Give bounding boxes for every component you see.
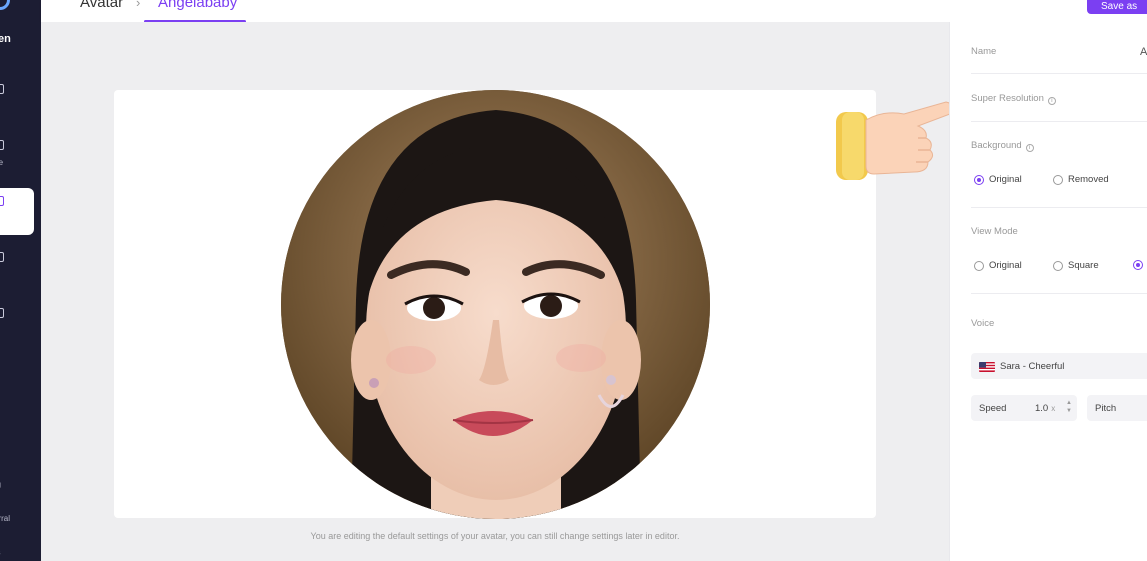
logo-icon[interactable]	[0, 0, 10, 10]
speed-value: 1.0 x	[1035, 403, 1055, 414]
sidebar-item-label: ate	[0, 158, 4, 167]
background-label: Background i	[971, 140, 1034, 152]
super-resolution-label: Super Resolution i	[971, 93, 1056, 105]
speed-number: 1.0	[1035, 403, 1049, 414]
asset-icon	[0, 308, 4, 318]
radio-icon	[1053, 260, 1063, 271]
save-as-button[interactable]: Save as	[1087, 0, 1147, 14]
divider	[971, 293, 1147, 294]
avatar-icon	[0, 196, 4, 206]
settings-panel: Name A Super Resolution i Background i Ori…	[949, 22, 1147, 561]
divider	[971, 73, 1147, 74]
pointing-hand-icon	[836, 101, 953, 180]
voice-value: Sara - Cheerful	[1000, 361, 1065, 372]
view-mode-label: View Mode	[971, 226, 1018, 237]
background-original-radio[interactable]: Original	[974, 174, 1022, 185]
voice-select[interactable]: Sara - Cheerful	[971, 353, 1147, 379]
name-input[interactable]: A	[1140, 46, 1147, 58]
view-mode-square-radio[interactable]: Square	[1053, 260, 1099, 271]
pitch-label: Pitch	[1095, 403, 1117, 414]
pitch-stepper[interactable]: Pitch	[1087, 395, 1147, 421]
home-icon	[0, 84, 4, 94]
divider	[971, 121, 1147, 122]
speed-label: Speed	[979, 403, 1007, 414]
avatar-preview-card	[114, 90, 876, 519]
sidebar-item-avatar[interactable]: ar	[0, 188, 34, 235]
name-label: Name	[971, 46, 997, 57]
radio-label: Removed	[1068, 174, 1109, 185]
background-removed-radio[interactable]: Removed	[1053, 174, 1109, 185]
top-bar: Avatar › Angelababy Save as	[41, 0, 1147, 23]
main-area: You are editing the default settings of …	[41, 22, 949, 561]
video-icon	[0, 252, 4, 262]
brand-name: en	[0, 33, 11, 45]
chevron-right-icon: ›	[136, 0, 141, 10]
breadcrumb-current: Angelababy	[158, 0, 238, 11]
sidebar-item-referral[interactable]: erral	[0, 514, 10, 523]
info-icon[interactable]: i	[1047, 97, 1056, 105]
radio-selected-icon	[974, 174, 984, 185]
info-icon[interactable]: i	[1025, 144, 1034, 152]
avatar-portrait	[281, 90, 710, 519]
template-icon	[0, 140, 4, 150]
sidebar-item-home[interactable]: e	[0, 80, 34, 120]
stepper-arrows-icon[interactable]: ▲ ▼	[1065, 399, 1073, 417]
radio-icon	[974, 260, 984, 271]
radio-icon	[1053, 174, 1063, 185]
sidebar-item-video[interactable]: o	[0, 248, 34, 288]
sidebar-item-asset[interactable]: t	[0, 304, 34, 344]
view-mode-circle-radio[interactable]	[1133, 260, 1147, 270]
editing-caption: You are editing the default settings of …	[310, 531, 680, 541]
avatar-image	[281, 90, 710, 519]
voice-label: Voice	[971, 318, 995, 329]
view-mode-original-radio[interactable]: Original	[974, 260, 1022, 271]
radio-selected-icon	[1133, 260, 1143, 270]
us-flag-icon	[979, 362, 995, 372]
radio-label: Square	[1068, 260, 1099, 271]
background-text: Background	[971, 140, 1022, 151]
super-resolution-text: Super Resolution	[971, 93, 1044, 104]
sidebar: en e ate ar o t ng erral es	[0, 0, 41, 561]
sidebar-item-template[interactable]: ate	[0, 136, 34, 176]
speed-stepper[interactable]: Speed 1.0 x ▲ ▼	[971, 395, 1077, 421]
breadcrumb-root[interactable]: Avatar	[80, 0, 123, 11]
radio-label: Original	[989, 174, 1022, 185]
speed-unit: x	[1051, 404, 1056, 413]
radio-label: Original	[989, 260, 1022, 271]
divider	[971, 207, 1147, 208]
sidebar-item-pricing[interactable]: ng	[0, 480, 1, 489]
